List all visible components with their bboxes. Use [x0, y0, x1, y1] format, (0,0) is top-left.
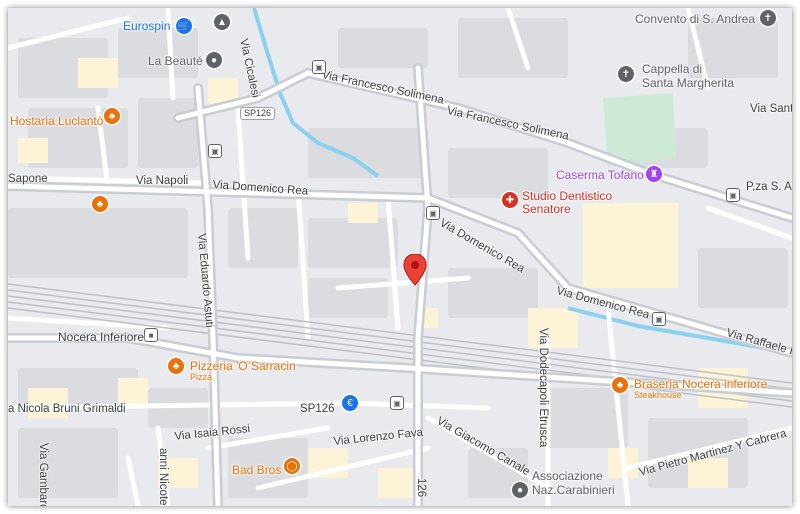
church-icon[interactable]: ✝ [760, 10, 776, 26]
poi-nocera-inferiore-station[interactable]: Nocera Inferiore [58, 331, 144, 343]
beauty-icon[interactable]: ● [206, 52, 222, 68]
street-label-via-napoli: Via Napoli [136, 175, 189, 187]
bus-stop-icon[interactable]: ▣ [390, 396, 404, 410]
map-frame: Via Cicalesi Via Francesco Solimena Via … [0, 0, 800, 514]
bank-icon[interactable]: € [342, 395, 358, 411]
landmark-icon[interactable]: ● [512, 482, 528, 498]
street-label-sapone: Sapone [8, 173, 48, 185]
poi-braseria[interactable]: Braseria Nocera inferiore [634, 378, 767, 390]
bus-stop-icon[interactable]: ▣ [312, 60, 326, 74]
castle-icon[interactable]: ♜ [646, 166, 662, 182]
poi-braseria-category: Steakhouse [634, 390, 682, 400]
poi-convento[interactable]: Convento di S. Andrea [635, 13, 755, 25]
map-canvas[interactable]: Via Cicalesi Via Francesco Solimena Via … [8, 8, 792, 506]
bus-stop-icon[interactable]: ▣ [426, 206, 440, 220]
train-icon[interactable]: ■ [144, 328, 158, 342]
street-label-via-gambardella: Via Gambardella [37, 443, 49, 506]
restaurant-icon[interactable]: ♣ [92, 196, 108, 212]
landmark-icon: ▲ [214, 14, 230, 30]
bus-stop-icon[interactable]: ▣ [208, 144, 222, 158]
poi-caserma-tofano[interactable]: Caserma Tofano [556, 169, 644, 181]
restaurant-icon[interactable]: ♣ [612, 377, 628, 393]
poi-hostaria-luclanto[interactable]: Hostaria Luclantò [10, 115, 103, 127]
restaurant-icon[interactable]: ♣ [168, 358, 184, 374]
route-label-sp126: SP126 [300, 403, 335, 415]
poi-bad-bros[interactable]: Bad Bros [232, 464, 281, 476]
shopping-cart-icon[interactable]: 🛒 [176, 18, 192, 34]
bus-stop-icon[interactable]: ▣ [726, 188, 740, 202]
poi-studio-dentistico-line1[interactable]: Studio Dentistico [522, 190, 612, 202]
poi-cappella-line2[interactable]: Santa Margherita [642, 77, 734, 89]
street-label-via-nicola-bruni-grimaldi: a Nicola Bruni Grimaldi [8, 403, 126, 415]
poi-associazione-line1[interactable]: Associazione [532, 470, 603, 482]
map-pin-icon[interactable] [403, 254, 427, 286]
hospital-icon[interactable]: ✚ [502, 192, 518, 208]
restaurant-icon[interactable]: ♣ [104, 108, 120, 124]
street-label-pza: P.za S. A [746, 181, 792, 193]
street-label-126: 126 [415, 478, 427, 498]
poi-la-beaute[interactable]: La Beauté [148, 55, 203, 67]
street-label-nicotera: anni Nicotera [157, 448, 169, 506]
route-shield-sp126: SP126 [240, 107, 276, 120]
church-icon[interactable]: ✝ [618, 66, 634, 82]
poi-eurospin[interactable]: Eurospin [123, 20, 170, 32]
poi-pizzeria-sarracin[interactable]: Pizzeria 'O Sarracin [190, 360, 296, 372]
street-label-via-dodecapoli: Via Dodecapoli Etrusca [537, 328, 549, 448]
bar-icon[interactable]: ◯ [284, 458, 300, 474]
street-label-via-santa: Via Sant'A [750, 103, 792, 115]
poi-studio-dentistico-line2[interactable]: Senatore [522, 203, 571, 215]
poi-pizzeria-category: Pizza [190, 372, 213, 382]
poi-associazione-line2[interactable]: Naz.Carabinieri [532, 484, 615, 496]
bus-stop-icon[interactable]: ▣ [652, 312, 666, 326]
poi-cappella-line1[interactable]: Cappella di [642, 63, 702, 75]
